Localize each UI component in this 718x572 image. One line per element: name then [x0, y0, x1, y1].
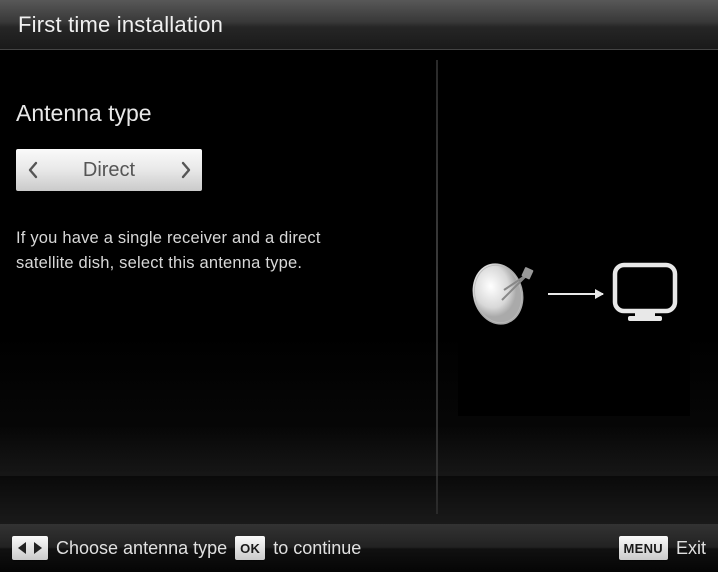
menu-key-label: MENU	[624, 541, 663, 556]
satellite-dish-icon	[470, 256, 540, 331]
antenna-type-selector[interactable]: Direct	[16, 149, 202, 191]
selector-value: Direct	[42, 159, 176, 182]
arrow-icon	[548, 293, 603, 295]
hint-exit: Exit	[676, 538, 706, 559]
triangle-left-icon	[16, 541, 28, 555]
left-right-key-badge	[12, 536, 48, 560]
footer-hints: Choose antenna type OK to continue MENU …	[0, 524, 718, 572]
bottom-gradient	[0, 426, 718, 476]
tv-icon	[611, 261, 679, 327]
header: First time installation	[0, 0, 718, 50]
content-area: Antenna type Direct If you have a single…	[0, 50, 718, 524]
ok-key-badge: OK	[235, 536, 265, 560]
description-text: If you have a single receiver and a dire…	[16, 226, 326, 276]
diagram	[458, 256, 690, 331]
selector-prev-button[interactable]	[22, 149, 42, 191]
chevron-right-icon	[181, 161, 192, 179]
preview-pane	[458, 116, 690, 416]
triangle-right-icon	[32, 541, 44, 555]
chevron-left-icon	[27, 161, 38, 179]
left-pane: Antenna type Direct If you have a single…	[16, 100, 416, 276]
selector-next-button[interactable]	[176, 149, 196, 191]
hint-choose: Choose antenna type	[56, 538, 227, 559]
hint-continue: to continue	[273, 538, 361, 559]
section-heading: Antenna type	[16, 100, 416, 127]
page-title: First time installation	[18, 12, 223, 38]
vertical-divider	[436, 60, 438, 514]
ok-key-label: OK	[240, 541, 260, 556]
menu-key-badge: MENU	[619, 536, 668, 560]
